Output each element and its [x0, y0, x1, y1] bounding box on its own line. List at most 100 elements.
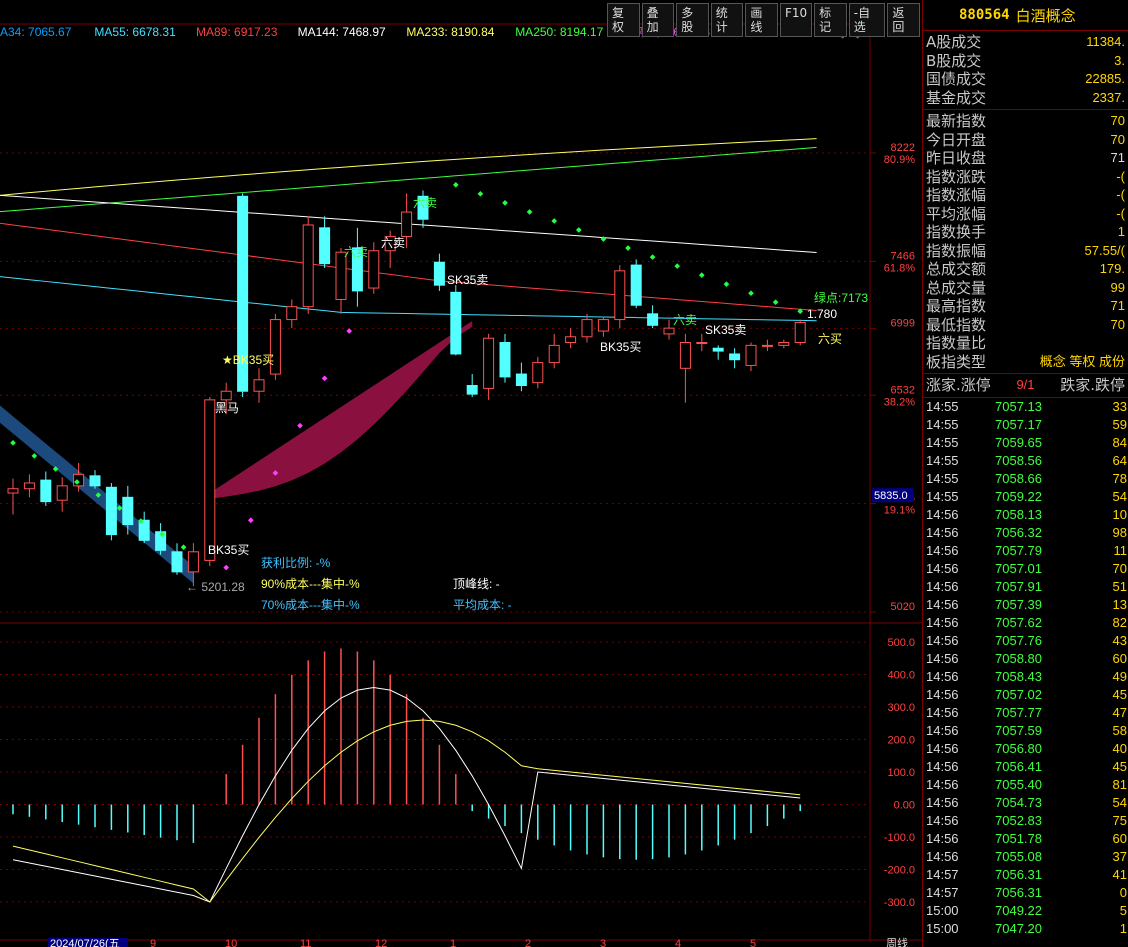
price-tick-label: 5020	[891, 601, 915, 613]
candle-body	[73, 473, 85, 487]
tick-row: 14:55 7059.22 54	[923, 488, 1128, 506]
tick-volume: 13	[1112, 596, 1127, 612]
tick-volume: 1	[1119, 920, 1127, 936]
candle-body	[466, 385, 478, 395]
tick-volume: 5	[1119, 902, 1127, 918]
tick-price: 7059.65	[995, 434, 1042, 450]
g2-label: 总成交额	[926, 260, 987, 278]
tick-time: 14:55	[926, 434, 959, 450]
volume-group: A股成交 11384. B股成交 3. 国债成交 22885. 基金成交 2337.	[923, 31, 1128, 110]
g2-value: 71	[1110, 150, 1125, 165]
candle-body	[401, 211, 413, 237]
toolbar-button-6[interactable]: 标记	[814, 3, 847, 37]
g1-row: A股成交 11384.	[923, 33, 1128, 52]
ma-legend-item: MA55: 6678.31	[94, 25, 176, 39]
tick-time: 14:56	[926, 542, 959, 558]
tick-volume: 84	[1112, 434, 1127, 450]
candle-body	[794, 321, 806, 344]
tick-row: 14:56 7057.62 82	[923, 614, 1128, 632]
tick-time: 14:55	[926, 452, 959, 468]
tick-volume: 82	[1112, 614, 1127, 630]
g1-row: 国债成交 22885.	[923, 70, 1128, 89]
tick-time: 14:56	[926, 830, 959, 846]
macd-tick-label: 300.0	[887, 702, 915, 714]
tick-row: 14:57 7056.31 41	[923, 866, 1128, 884]
tick-price: 7058.66	[995, 470, 1042, 486]
toolbar-button-7[interactable]: -自选	[848, 3, 886, 37]
tick-price: 7057.17	[995, 416, 1042, 432]
candle-body	[286, 306, 298, 321]
tick-time: 14:56	[926, 848, 959, 864]
annotation-green-point: 绿点:7173	[814, 290, 868, 305]
sar-dot	[674, 263, 681, 269]
tick-row: 14:56 7058.13 10	[923, 506, 1128, 524]
tick-price: 7057.59	[995, 722, 1042, 738]
sar-dot	[625, 245, 631, 251]
tick-row: 14:56 7055.40 81	[923, 776, 1128, 794]
g2-value: 70	[1110, 316, 1125, 332]
annotation-sk35: SK35卖	[705, 323, 746, 337]
kline-chart[interactable]: A34: 7065.67 MA55: 6678.31 MA89: 6917.23 MA…	[0, 0, 922, 947]
g2-label: 指数涨跌	[926, 167, 987, 186]
g2-value: -(	[1116, 187, 1125, 202]
g2-value: -(	[1116, 205, 1125, 221]
tick-price: 7057.39	[995, 596, 1042, 612]
toolbar-button-4[interactable]: 画线	[745, 3, 778, 37]
price-tick-label: 8222	[891, 142, 915, 154]
g1-value: 11384.	[1086, 34, 1125, 49]
tick-row: 14:56 7051.78 60	[923, 830, 1128, 848]
breadth-row: 涨家.涨停 9/1 跌家.跌停	[923, 374, 1128, 398]
tick-volume: 98	[1112, 524, 1127, 540]
g1-label: 国债成交	[926, 70, 987, 88]
candle-body	[253, 379, 265, 392]
annotation-sell6: 六卖	[413, 196, 437, 210]
candle-body	[515, 373, 527, 387]
candle-body	[302, 224, 314, 308]
price-tick-label: 6999	[891, 317, 915, 329]
candle-body	[647, 313, 659, 326]
macd-tick-label: 200.0	[887, 735, 915, 747]
breadth-value: 9/1	[1016, 377, 1035, 392]
price-pct-label: 38.2%	[884, 396, 915, 408]
tick-price: 7057.76	[995, 632, 1042, 648]
annotation-sell6: 六卖	[673, 313, 697, 327]
g2-value: 概念 等权 成份	[1039, 353, 1125, 369]
toolbar-button-3[interactable]: 统计	[710, 3, 744, 37]
candle-body	[565, 336, 577, 344]
tick-volume: 75	[1112, 812, 1127, 828]
tick-volume: 47	[1112, 704, 1127, 720]
tick-row: 14:56 7054.73 54	[923, 794, 1128, 812]
tick-price: 7056.80	[995, 740, 1042, 756]
tick-row: 14:56 7058.43 49	[923, 668, 1128, 686]
g1-value: 3.	[1114, 52, 1125, 68]
toolbar-button-5[interactable]: F10	[779, 3, 813, 37]
candle-body	[532, 362, 544, 384]
magenta-band	[209, 321, 473, 499]
sar-dot	[477, 191, 484, 197]
g2-row: 指数涨跌 -(	[923, 168, 1128, 187]
tick-volume: 0	[1119, 884, 1127, 900]
tick-volume: 41	[1112, 866, 1127, 882]
date-tick: 9	[150, 938, 156, 947]
toolbar-button-1[interactable]: 叠加	[641, 3, 675, 37]
candle-body	[204, 399, 216, 561]
candle-body	[368, 250, 380, 289]
g2-row: 最高指数 71	[923, 297, 1128, 316]
g2-label: 总成交量	[926, 278, 987, 297]
g2-row: 指数振幅 57.55/(	[923, 242, 1128, 261]
toolbar-button-8[interactable]: 返回	[887, 3, 920, 37]
tick-volume: 49	[1112, 668, 1127, 684]
tick-price: 7056.32	[995, 524, 1042, 540]
toolbar-button-0[interactable]: 复权	[607, 3, 640, 37]
candle-body	[171, 551, 183, 573]
date-tick: 5	[750, 938, 756, 947]
toolbar-button-2[interactable]: 多股	[676, 3, 709, 37]
g2-label: 昨日收盘	[926, 149, 987, 167]
tick-volume: 81	[1112, 776, 1127, 792]
tick-time: 14:56	[926, 578, 959, 594]
tick-list[interactable]: 14:55 7057.13 33 14:55 7057.17 59 14:55 7059.65…	[923, 398, 1128, 938]
tick-volume: 10	[1112, 506, 1127, 522]
sar-dot-magenta	[247, 517, 254, 524]
chart-area[interactable]: A34: 7065.67 MA55: 6678.31 MA89: 6917.23 MA…	[0, 0, 922, 947]
info-peak: 顶峰线: -	[453, 577, 500, 591]
